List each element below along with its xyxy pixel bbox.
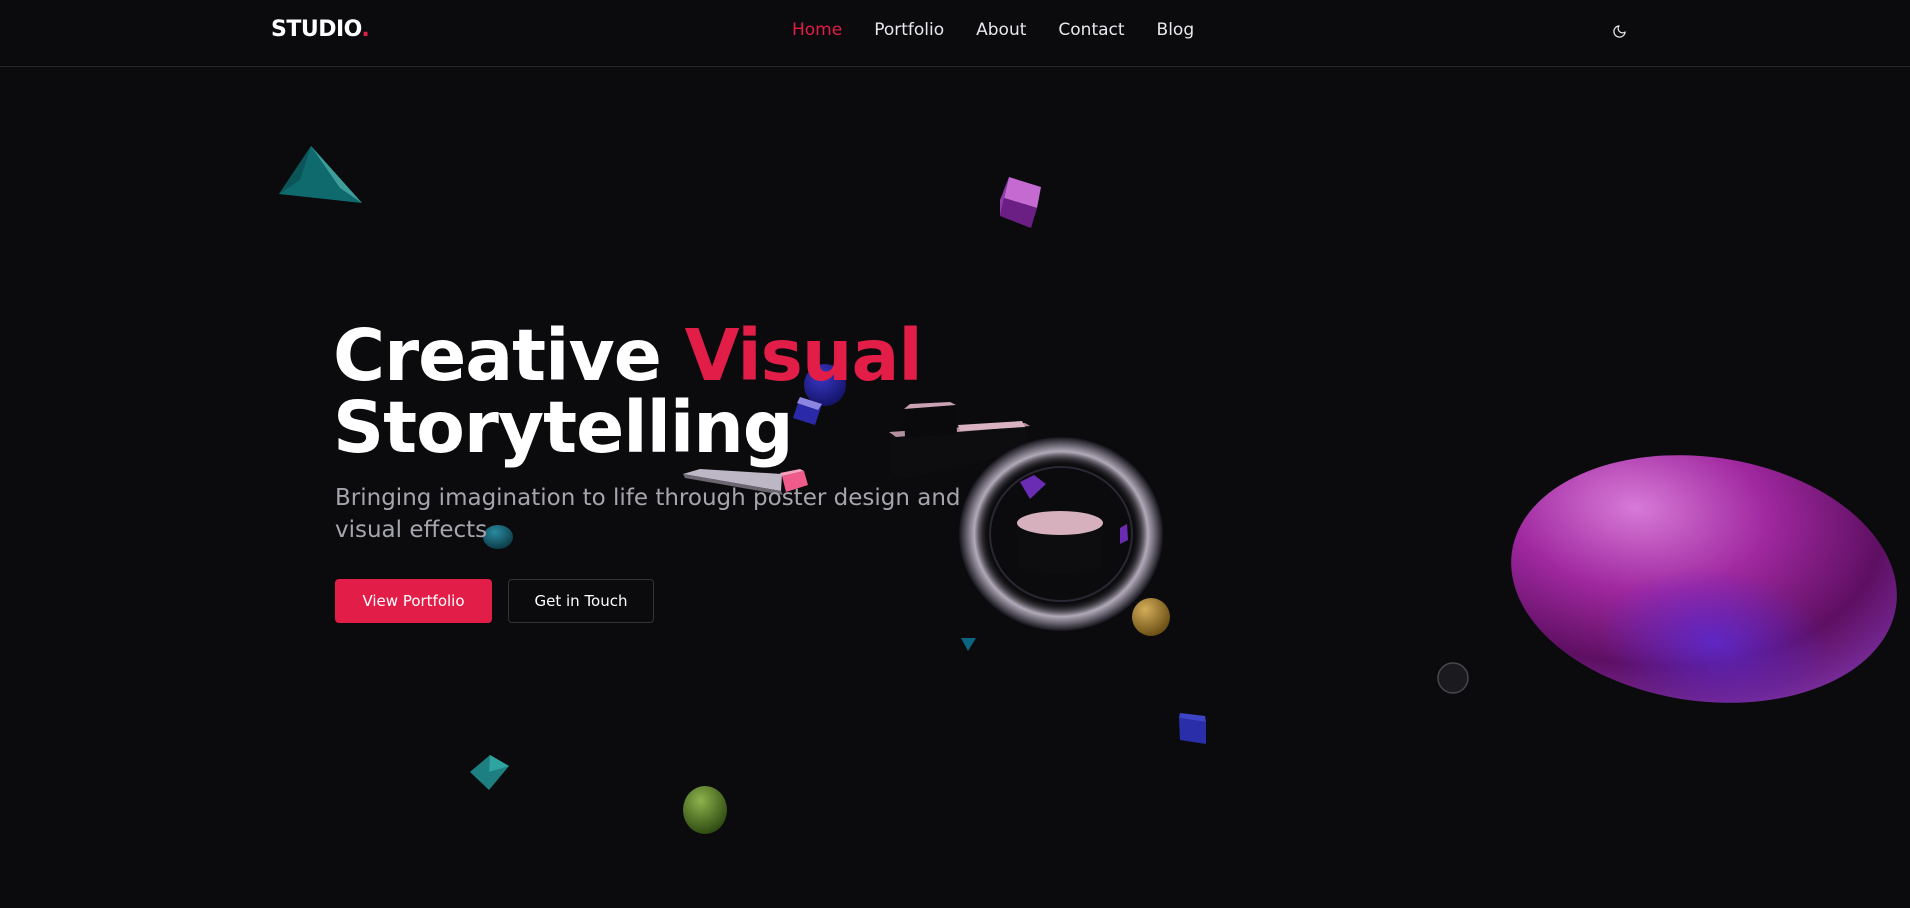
magenta-blob-shape [1511,455,1897,703]
nav-portfolio[interactable]: Portfolio [874,19,944,41]
get-in-touch-button[interactable]: Get in Touch [508,579,654,623]
blue-block-shape [1179,713,1206,744]
hero-subtitle: Bringing imagination to life through pos… [335,485,961,543]
hero-title-part1: Creative [333,314,685,397]
hero-title: Creative Visual Storytelling [333,320,923,464]
logo-text: STUDIO [271,17,362,42]
page: STUDIO. Home Portfolio About Contact Blo… [0,0,1910,908]
hero-title-accent: Visual [684,314,923,397]
nav-contact[interactable]: Contact [1058,19,1124,41]
nav-blog[interactable]: Blog [1157,19,1195,41]
logo-dot: . [361,17,370,42]
grey-circle-shape [1437,662,1469,694]
main-nav: Home Portfolio About Contact Blog [792,19,1226,41]
logo[interactable]: STUDIO. [271,17,370,42]
hero-title-line2: Storytelling [333,386,794,469]
teal-diamond-shape [470,755,509,790]
gold-sphere-shape [1132,598,1170,636]
green-sphere-shape [683,786,727,834]
nav-about[interactable]: About [976,19,1026,41]
site-header: STUDIO. Home Portfolio About Contact Blo… [0,0,1910,67]
teal-pyramid-shape [279,146,362,203]
theme-toggle-button[interactable] [1608,20,1630,42]
nav-home[interactable]: Home [792,19,842,41]
teal-triangle-shape [961,638,976,651]
3d-shapes-scene [279,146,1897,834]
moon-icon [1612,24,1626,38]
view-portfolio-button[interactable]: View Portfolio [335,579,492,623]
purple-cube-shape [1000,177,1041,228]
